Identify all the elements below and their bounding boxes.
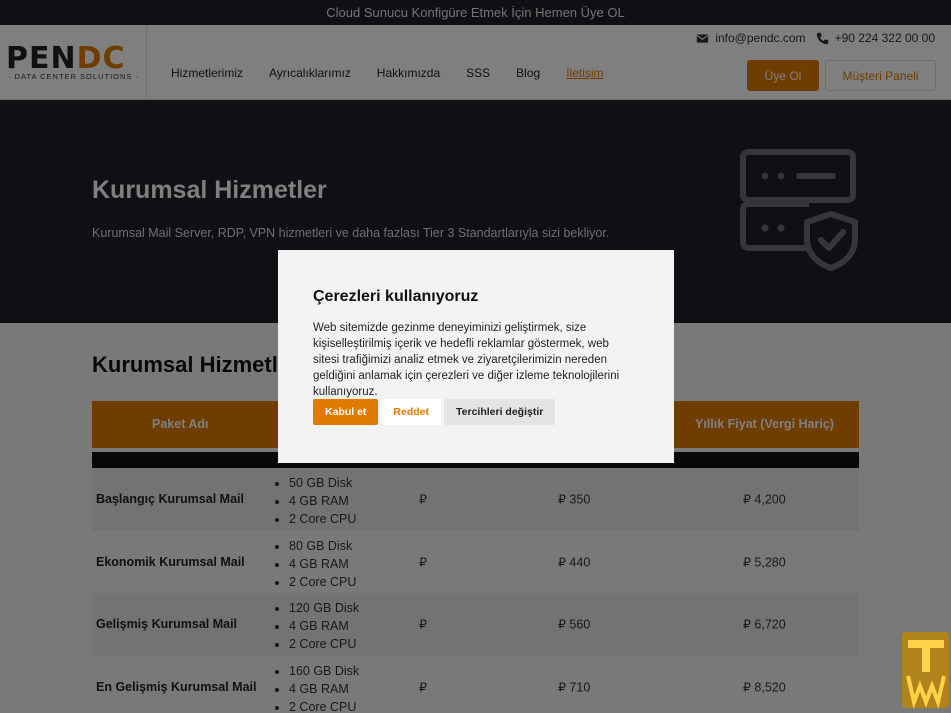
cookie-consent-modal: Çerezleri kullanıyoruz Web sitemizde gez… [278, 250, 674, 463]
cookie-modal-body: Web sitemizde gezinme deneyiminizi geliş… [313, 322, 620, 398]
cookie-modal-title: Çerezleri kullanıyoruz [313, 288, 479, 305]
change-preferences-button[interactable]: Tercihleri değiştir [444, 399, 556, 425]
watermark-logo [902, 632, 949, 709]
accept-cookies-button[interactable]: Kabul et [313, 399, 379, 425]
cookie-modal-actions: Kabul et Reddet Tercihleri değiştir [313, 399, 556, 425]
reject-cookies-button[interactable]: Reddet [381, 399, 442, 425]
